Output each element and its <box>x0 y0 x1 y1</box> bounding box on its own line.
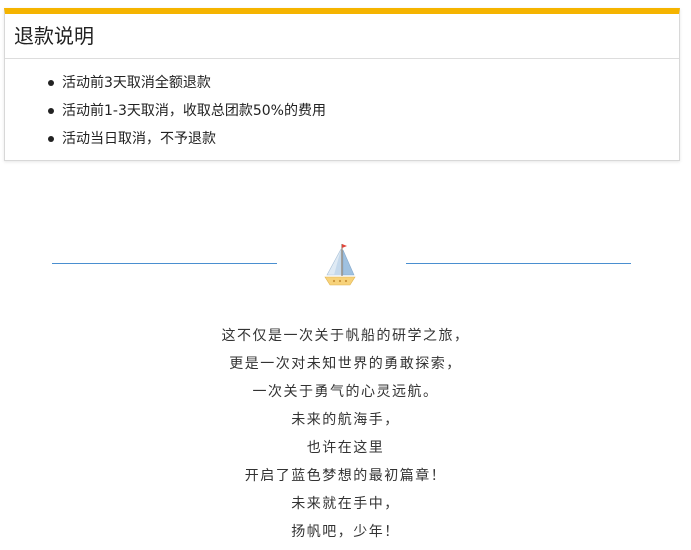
poem-line: 也许在这里 <box>306 440 385 456</box>
sailboat-icon <box>324 244 356 286</box>
refund-policy-card: 退款说明 活动前3天取消全额退款 活动前1-3天取消，收取总团款50%的费用 活… <box>4 8 680 161</box>
poem-line: 扬帆吧，少年！ <box>291 524 400 540</box>
bullet-icon <box>48 80 54 86</box>
refund-policy-title: 退款说明 <box>5 14 679 59</box>
poem: 这不仅是一次关于帆船的研学之旅， 更是一次对未知世界的勇敢探索， 一次关于勇气的… <box>0 322 691 546</box>
refund-policy-item-text: 活动前1-3天取消，收取总团款50%的费用 <box>62 103 326 119</box>
poem-line: 未来就在手中， <box>291 496 400 512</box>
refund-policy-item: 活动当日取消，不予退款 <box>48 125 679 153</box>
refund-policy-item-text: 活动当日取消，不予退款 <box>62 131 216 147</box>
refund-policy-item-text: 活动前3天取消全额退款 <box>62 75 211 91</box>
bullet-icon <box>48 108 54 114</box>
divider-line-right <box>406 263 631 264</box>
refund-policy-item: 活动前1-3天取消，收取总团款50%的费用 <box>48 97 679 125</box>
page: 退款说明 活动前3天取消全额退款 活动前1-3天取消，收取总团款50%的费用 活… <box>0 0 691 550</box>
refund-policy-list: 活动前3天取消全额退款 活动前1-3天取消，收取总团款50%的费用 活动当日取消… <box>5 59 679 153</box>
poem-line: 一次关于勇气的心灵远航。 <box>252 384 439 400</box>
poem-line: 未来的航海手， <box>291 412 400 428</box>
divider-line-left <box>52 263 277 264</box>
refund-policy-item: 活动前3天取消全额退款 <box>48 69 679 97</box>
poem-line: 更是一次对未知世界的勇敢探索， <box>229 356 462 372</box>
poem-line: 这不仅是一次关于帆船的研学之旅， <box>221 328 470 344</box>
poem-line: 开启了蓝色梦想的最初篇章！ <box>244 468 447 484</box>
bullet-icon <box>48 136 54 142</box>
